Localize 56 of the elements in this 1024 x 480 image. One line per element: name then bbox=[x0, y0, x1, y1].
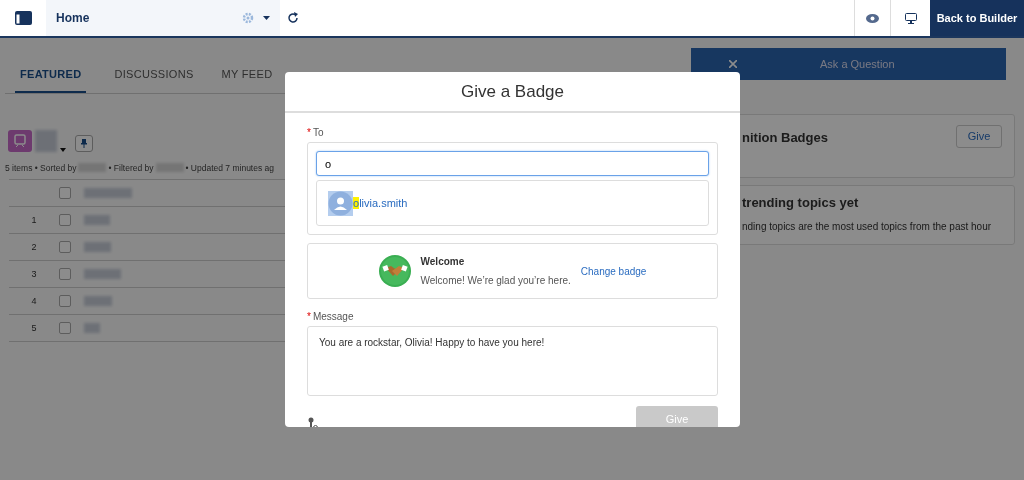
required-mark: * bbox=[307, 310, 311, 324]
row-checkbox[interactable] bbox=[59, 187, 71, 200]
row-checkbox[interactable] bbox=[59, 268, 71, 281]
handshake-badge-icon bbox=[378, 255, 411, 287]
row-checkbox[interactable] bbox=[59, 295, 71, 308]
badge-name: Welcome bbox=[420, 255, 466, 269]
blurred-text bbox=[84, 242, 111, 253]
list-icon bbox=[8, 129, 32, 152]
row-checkbox[interactable] bbox=[59, 214, 71, 227]
page-selector-label[interactable]: Home bbox=[56, 9, 90, 27]
list-meta-text: • Filtered by bbox=[108, 161, 154, 175]
field-label: To bbox=[312, 126, 324, 140]
caret-icon[interactable] bbox=[263, 16, 270, 20]
layout-icon[interactable] bbox=[14, 11, 32, 25]
tab[interactable]: DISCUSSIONS bbox=[114, 66, 194, 93]
message-input-field[interactable]: You are a rockstar, Olivia! Happy to have you here! bbox=[307, 326, 718, 396]
give-button[interactable]: Give bbox=[956, 125, 1002, 148]
person-gear-icon[interactable] bbox=[307, 417, 318, 427]
close-icon[interactable] bbox=[729, 60, 737, 68]
avatar-icon bbox=[328, 191, 353, 216]
modal-title: Give a Badge bbox=[285, 72, 740, 113]
required-mark: * bbox=[307, 126, 311, 140]
blurred-text bbox=[84, 269, 121, 280]
monitor-icon[interactable] bbox=[904, 12, 917, 24]
change-badge-link[interactable]: Change badge bbox=[580, 263, 647, 279]
tab[interactable]: MY FEED bbox=[221, 66, 273, 93]
field-label: Message bbox=[312, 310, 354, 324]
recipient-input-field[interactable]: o bbox=[316, 151, 709, 176]
eye-icon[interactable] bbox=[866, 13, 879, 23]
tab[interactable]: FEATURED bbox=[15, 66, 87, 93]
blurred-title bbox=[35, 129, 57, 152]
badge-description: Welcome! We’re glad you’re here. bbox=[420, 274, 571, 288]
pin-icon bbox=[81, 138, 87, 148]
caret-icon[interactable] bbox=[60, 147, 66, 152]
card-title: trending topics yet bbox=[742, 194, 860, 212]
row-number: 4 bbox=[31, 295, 37, 306]
row-number: 5 bbox=[31, 322, 37, 333]
card-text: nding topics are the most used topics from the past hour bbox=[742, 219, 993, 234]
suggestion-item[interactable]: olivia.smith bbox=[328, 191, 408, 216]
card-title: nition Badges bbox=[742, 129, 828, 147]
blurred-text bbox=[84, 215, 110, 226]
ask-question-button[interactable]: Ask a Question bbox=[691, 48, 1006, 80]
list-meta-text: 5 items • Sorted by bbox=[5, 161, 77, 175]
blurred-text bbox=[84, 296, 112, 307]
blurred-text bbox=[84, 323, 100, 334]
blurred-text bbox=[84, 188, 132, 199]
ask-question-label: Ask a Question bbox=[820, 56, 895, 72]
back-to-builder-button[interactable]: Back to Builder bbox=[930, 0, 1024, 36]
list-meta-text: • Updated 7 minutes ag bbox=[185, 161, 275, 175]
row-checkbox[interactable] bbox=[59, 241, 71, 254]
row-number: 2 bbox=[31, 241, 37, 252]
pin-button[interactable] bbox=[75, 134, 93, 152]
refresh-icon[interactable] bbox=[287, 12, 299, 24]
row-number: 1 bbox=[31, 214, 37, 225]
row-checkbox[interactable] bbox=[59, 322, 71, 335]
row-number: 3 bbox=[31, 268, 37, 279]
